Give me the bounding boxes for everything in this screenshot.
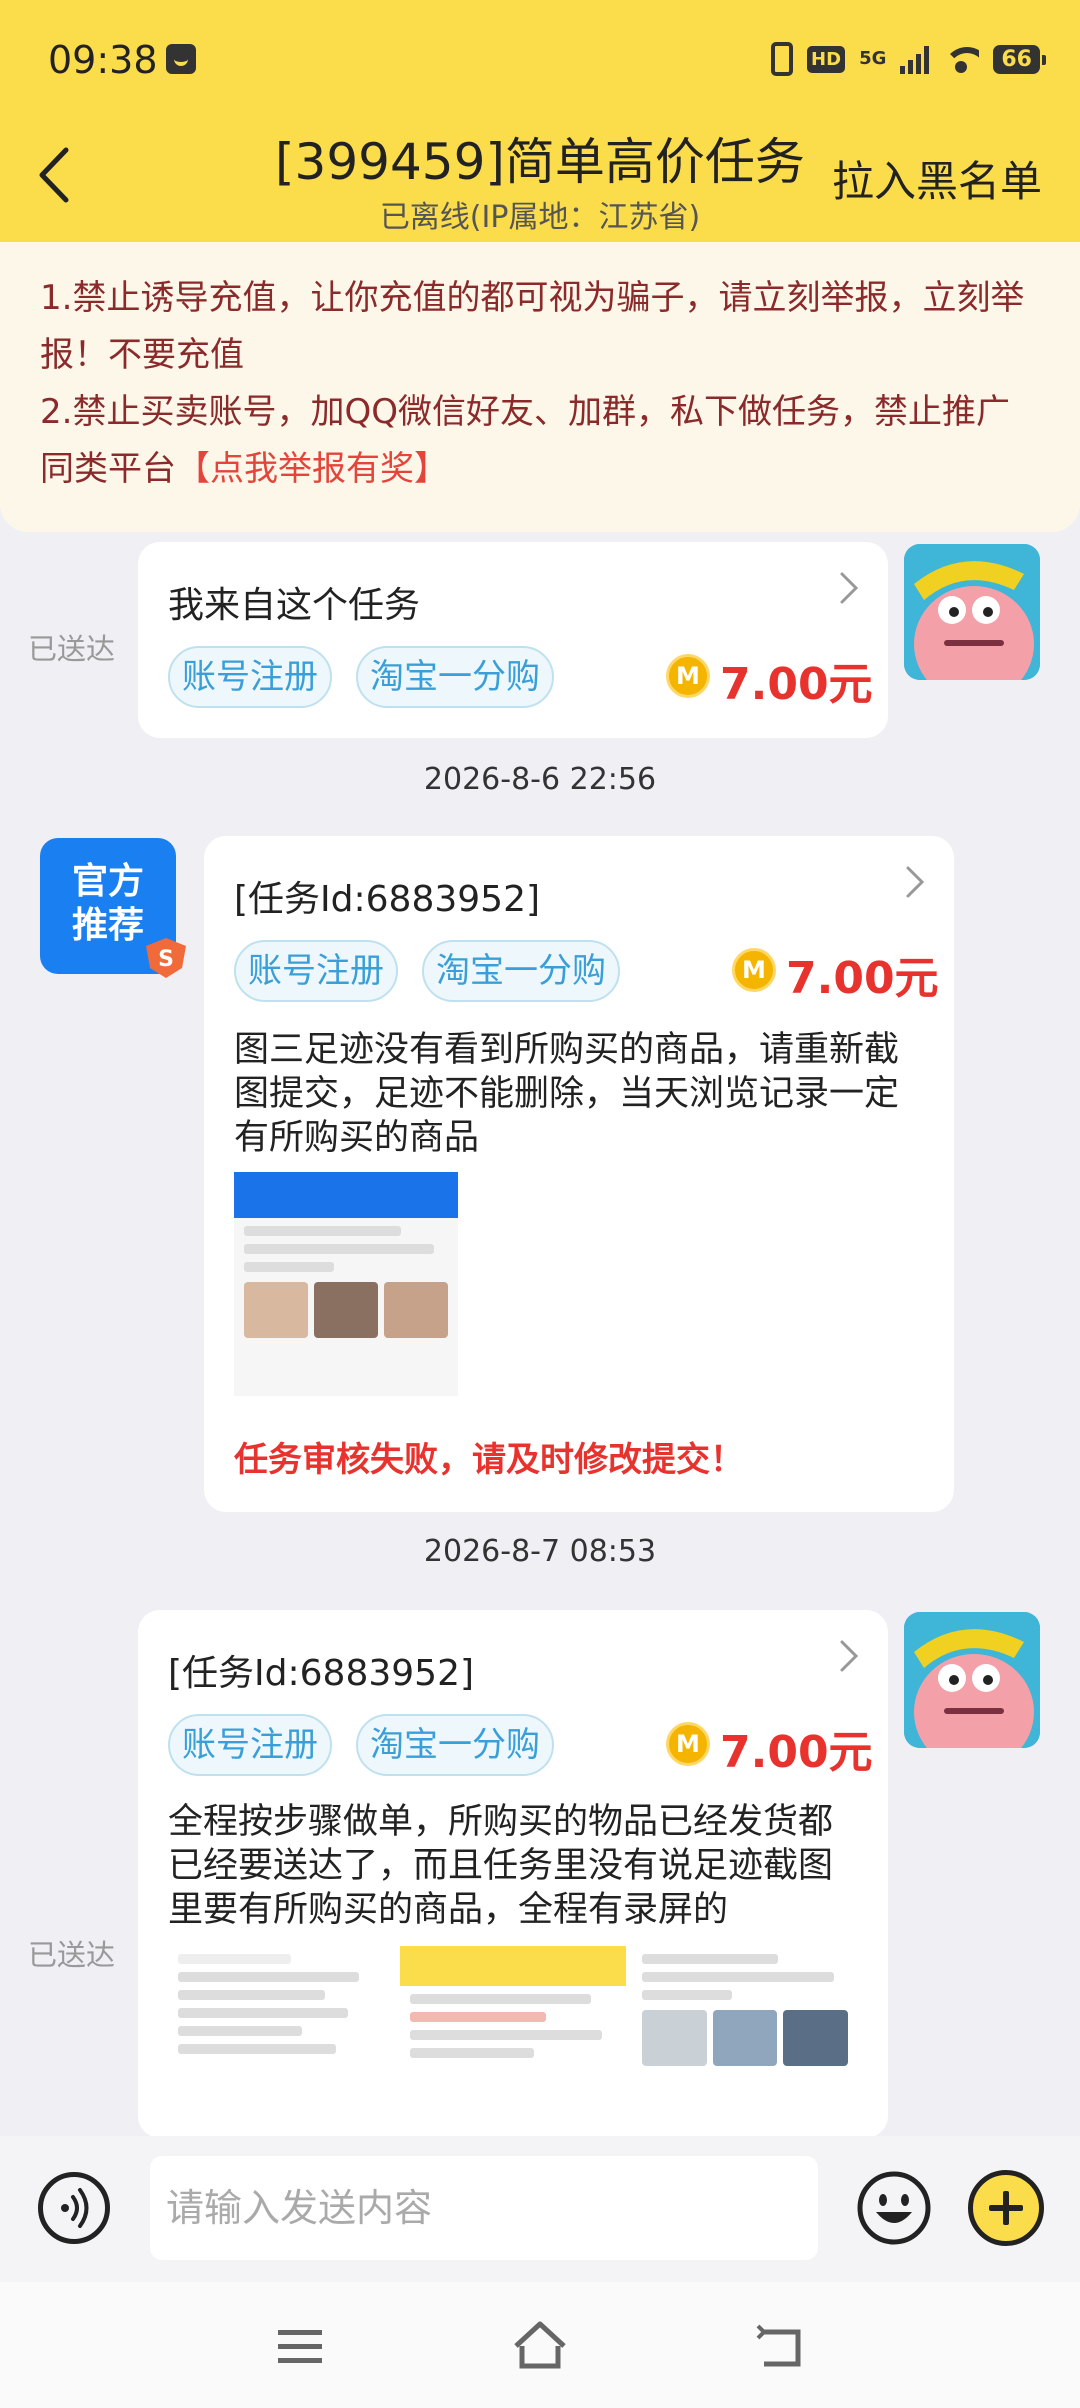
review-failed-text: 任务审核失败，请及时修改提交！ — [234, 1440, 744, 1480]
timestamp: 2026-8-6 22:56 — [423, 762, 657, 797]
message-title: 我来自这个任务 — [168, 585, 421, 626]
avatar-image — [904, 544, 1040, 680]
hd-icon: HD — [807, 45, 846, 73]
system-nav-bar — [0, 2282, 1080, 2408]
coin-icon: M — [732, 948, 776, 992]
status-icons: HD 5G 66 — [771, 42, 1046, 76]
appeal-message[interactable]: [任务Id:6883952] 账号注册 淘宝一分购 M 7.00元 全程按步骤做… — [138, 1610, 888, 2138]
home-button[interactable] — [510, 2318, 570, 2374]
chevron-right-icon — [838, 1638, 860, 1674]
notice-banner: 1.禁止诱导充值，让你充值的都可视为骗子，请立刻举报，立刻举报！不要充值 2.禁… — [0, 242, 1080, 532]
message-title: [任务Id:6883952] — [168, 1653, 475, 1694]
menu-icon — [278, 2330, 322, 2363]
tag-taobao: 淘宝一分购 — [422, 940, 620, 1002]
screenshot-thumbnail[interactable] — [234, 1172, 458, 1396]
battery-icon: 66 — [993, 44, 1046, 74]
voice-button[interactable] — [38, 2172, 110, 2244]
wifi-icon — [943, 45, 980, 73]
task-card-message[interactable]: 我来自这个任务 账号注册 淘宝一分购 M 7.00元 — [138, 542, 888, 738]
screenshot-thumbnail-3[interactable] — [632, 1946, 858, 2138]
task-price: 7.00元 — [720, 659, 873, 710]
tag-account-register: 账号注册 — [168, 646, 332, 708]
back-nav-button[interactable] — [750, 2318, 810, 2374]
user-avatar — [904, 544, 1040, 680]
notice-line-2: 2.禁止买卖账号，加QQ微信好友、加群，私下做任务，禁止推广同类平台【点我举报有… — [40, 384, 1040, 498]
status-time: 09:38 — [48, 38, 158, 82]
screenshot-thumbnail-2[interactable] — [400, 1946, 626, 2138]
tag-account-register: 账号注册 — [234, 940, 398, 1002]
appeal-message-text: 全程按步骤做单，所购买的物品已经发货都已经要送达了，而且任务里没有说足迹截图里要… — [168, 1802, 834, 1930]
screenshot-thumbnail-1[interactable] — [168, 1946, 394, 2138]
top-header: 09:38 HD 5G 66 [399459]简单高价任务 已离线(IP属地：江… — [0, 0, 1080, 242]
network-type: 5G — [859, 48, 887, 69]
input-bar: 请输入发送内容 — [0, 2136, 1080, 2282]
back-icon — [756, 2324, 801, 2367]
review-result-message[interactable]: [任务Id:6883952] 账号注册 淘宝一分购 M 7.00元 图三足迹没有… — [204, 836, 954, 1512]
blacklist-button[interactable]: 拉入黑名单 — [832, 148, 1042, 209]
vibrate-icon — [771, 42, 794, 76]
tag-taobao: 淘宝一分购 — [356, 1714, 554, 1776]
user-avatar — [904, 1612, 1040, 1748]
svg-text:S: S — [158, 947, 174, 972]
chevron-right-icon — [838, 570, 860, 606]
report-link[interactable]: 【点我举报有奖】 — [176, 449, 448, 489]
task-price: 7.00元 — [786, 953, 939, 1004]
emoji-icon — [857, 2171, 931, 2245]
notification-icon — [166, 44, 196, 74]
menu-button[interactable] — [270, 2318, 330, 2374]
coin-icon: M — [666, 654, 710, 698]
notice-line-1: 1.禁止诱导充值，让你充值的都可视为骗子，请立刻举报，立刻举报！不要充值 — [40, 278, 1025, 375]
avatar-image — [904, 1612, 1040, 1748]
message-title: [任务Id:6883952] — [234, 879, 541, 920]
signal-icon — [900, 44, 930, 74]
delivered-status: 已送达 — [28, 632, 116, 666]
emoji-button[interactable] — [856, 2170, 932, 2246]
official-avatar-text: 官方推荐 — [71, 861, 144, 946]
coin-icon: M — [666, 1722, 710, 1766]
task-price: 7.00元 — [720, 1727, 873, 1778]
review-message-text: 图三足迹没有看到所购买的商品，请重新截图提交，足迹不能删除，当天浏览记录一定有所… — [234, 1030, 900, 1158]
timestamp: 2026-8-7 08:53 — [423, 1534, 657, 1569]
home-icon — [514, 2321, 566, 2369]
tag-taobao: 淘宝一分购 — [356, 646, 554, 708]
message-input[interactable]: 请输入发送内容 — [150, 2156, 818, 2260]
shield-badge-icon: S — [142, 936, 190, 980]
chevron-right-icon — [904, 864, 926, 900]
tag-account-register: 账号注册 — [168, 1714, 332, 1776]
official-avatar: 官方推荐 S — [40, 838, 186, 978]
plus-button[interactable] — [968, 2170, 1044, 2246]
voice-icon — [61, 2188, 89, 2228]
delivered-status: 已送达 — [28, 1938, 116, 1972]
